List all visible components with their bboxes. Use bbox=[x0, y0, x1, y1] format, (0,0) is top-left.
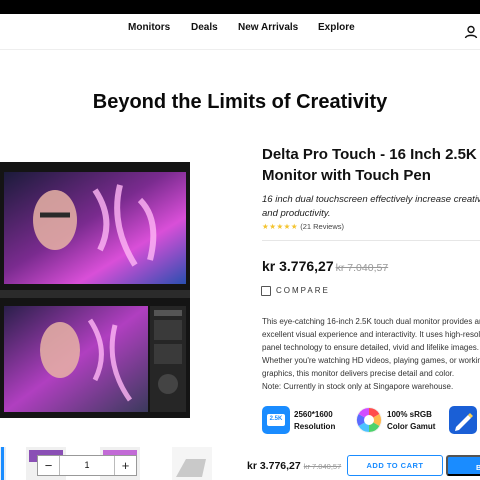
product-rating[interactable]: ★★★★★ (21 Reviews) bbox=[262, 222, 344, 231]
product-subtitle: 16 inch dual touchscreen effectively inc… bbox=[262, 194, 480, 219]
main-nav: Monitors Deals New Arrivals Explore bbox=[0, 14, 480, 50]
description-text: This eye-catching 16-inch 2.5K touch dua… bbox=[262, 317, 480, 378]
feature-resolution-text: 2560*1600 Resolution bbox=[294, 409, 335, 433]
compare-label: COMPARE bbox=[276, 286, 330, 295]
thumbnail-1[interactable] bbox=[0, 447, 6, 480]
feature-resolution-value: 2560*1600 bbox=[294, 410, 333, 419]
add-to-cart-button[interactable]: ADD TO CART bbox=[347, 455, 443, 476]
product-description: This eye-catching 16-inch 2.5K touch dua… bbox=[262, 315, 480, 393]
cart-bar-price: kr 3.776,27 kr 7.040,57 bbox=[247, 460, 341, 472]
feature-resolution-label: Resolution bbox=[294, 422, 336, 431]
product-price: kr 3.776,27 kr 7.040,57 bbox=[262, 258, 388, 274]
original-price: kr 7.040,57 bbox=[335, 262, 389, 274]
resolution-icon-text: 2.5K bbox=[269, 416, 283, 422]
nav-deals[interactable]: Deals bbox=[191, 22, 218, 33]
feature-color-gamut-text: 100% sRGB Color Gamut bbox=[387, 409, 435, 433]
feature-color-label: Color Gamut bbox=[387, 422, 436, 431]
stock-note: Note: Currently in stock only at Singapo… bbox=[262, 382, 454, 391]
current-price: kr 3.776,27 bbox=[262, 258, 334, 274]
rating-count[interactable]: (21 Reviews) bbox=[300, 222, 344, 231]
thumbnail-4[interactable] bbox=[172, 447, 212, 480]
color-wheel-icon bbox=[356, 407, 382, 433]
quantity-increase-button[interactable]: + bbox=[114, 456, 136, 475]
quantity-input[interactable]: 1 bbox=[60, 456, 114, 475]
nav-new-arrivals[interactable]: New Arrivals bbox=[238, 22, 298, 33]
divider bbox=[262, 240, 480, 241]
page-headline: Beyond the Limits of Creativity bbox=[92, 91, 388, 113]
product-image bbox=[0, 162, 190, 418]
nav-explore[interactable]: Explore bbox=[318, 22, 355, 33]
compare-checkbox[interactable] bbox=[261, 286, 271, 296]
product-title-line-2: Monitor with Touch Pen bbox=[262, 167, 431, 184]
cart-bar-original-price: kr 7.040,57 bbox=[303, 462, 342, 471]
nav-monitors[interactable]: Monitors bbox=[128, 22, 170, 33]
buy-now-button[interactable]: BUY NOW bbox=[446, 455, 480, 476]
rating-stars-icon: ★★★★★ bbox=[262, 222, 299, 231]
top-announcement-bar bbox=[0, 0, 480, 14]
quantity-decrease-button[interactable]: − bbox=[38, 456, 60, 475]
user-account-icon[interactable] bbox=[464, 25, 478, 39]
product-title-line-1: Delta Pro Touch - 16 Inch 2.5K bbox=[262, 146, 477, 163]
touch-pen-icon bbox=[449, 406, 477, 434]
quantity-stepper: − 1 + bbox=[37, 455, 137, 476]
feature-color-value: 100% sRGB bbox=[387, 410, 432, 419]
cart-bar-current-price: kr 3.776,27 bbox=[247, 460, 301, 472]
product-title: Delta Pro Touch - 16 Inch 2.5K Monitor w… bbox=[262, 144, 480, 186]
